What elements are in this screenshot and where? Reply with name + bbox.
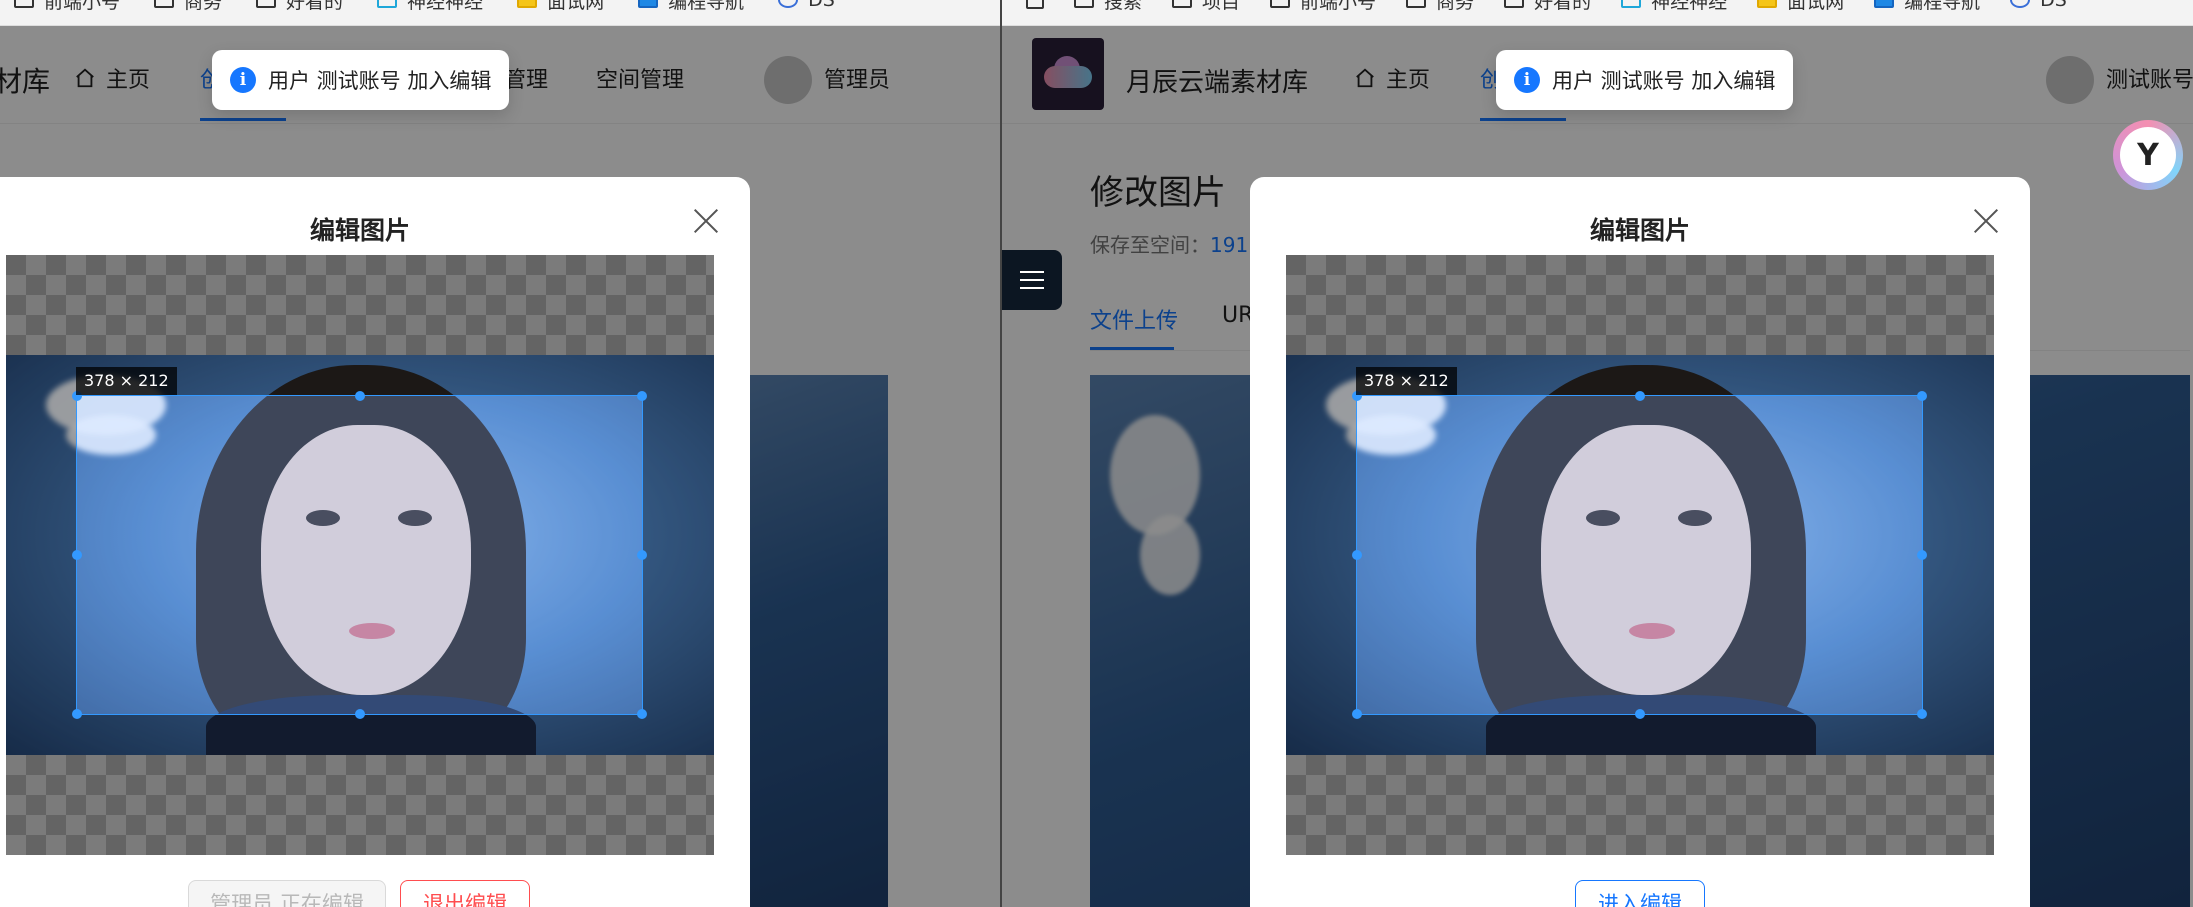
bookmark-item[interactable]: 好看的	[256, 0, 343, 13]
site-icon	[2010, 0, 2031, 8]
toast-message: i 用户 测试账号 加入编辑	[1496, 50, 1794, 110]
bookmark-item[interactable]: 好看的	[1504, 0, 1591, 13]
modal-title: 编辑图片	[309, 216, 410, 245]
folder-icon	[1172, 0, 1193, 8]
crop-handle-right[interactable]	[1917, 550, 1927, 560]
bookmark-item[interactable]: 面试网	[1757, 0, 1844, 13]
edit-image-modal: 编辑图片	[0, 177, 750, 907]
folder-icon	[1074, 0, 1094, 8]
folder-icon	[638, 0, 659, 8]
modal-title: 编辑图片	[1589, 216, 1690, 245]
crop-handle-left[interactable]	[1352, 550, 1362, 560]
close-icon[interactable]	[692, 207, 720, 235]
site-icon	[1621, 0, 1642, 8]
grid-icon	[1026, 0, 1044, 9]
crop-handle-left[interactable]	[72, 550, 82, 560]
folder-icon	[1757, 0, 1778, 8]
crop-handle-top-right[interactable]	[637, 391, 647, 401]
bookmark-item[interactable]: 编程导航	[1874, 0, 1980, 13]
crop-handle-bottom[interactable]	[1634, 709, 1645, 719]
image-cropper[interactable]: 378 × 212	[6, 255, 714, 855]
bookmark-item[interactable]: 前端小号	[14, 0, 120, 13]
folder-icon	[1504, 0, 1525, 8]
crop-handle-top-right[interactable]	[1917, 391, 1927, 401]
bookmarks-bar: 搜索 项目 前端小号 商务 好看的 神经神经 面试网 编程导航 DS	[1002, 0, 2193, 26]
editing-status-button: 管理员 正在编辑	[188, 880, 386, 907]
bookmark-item[interactable]: DS	[2010, 0, 2067, 12]
crop-handle-bottom[interactable]	[354, 709, 365, 719]
assistant-float-button[interactable]: Y	[2113, 120, 2183, 190]
site-icon	[778, 0, 799, 8]
folder-icon	[1874, 0, 1895, 8]
enter-edit-button[interactable]: 进入编辑	[1575, 880, 1705, 907]
bookmark-item[interactable]: DS	[778, 0, 835, 12]
bookmarks-bar: 前端小号 商务 好看的 神经神经 面试网 编程导航 DS	[0, 0, 1000, 26]
crop-handle-bottom-right[interactable]	[637, 709, 647, 719]
right-browser-window: 搜索 项目 前端小号 商务 好看的 神经神经 面试网 编程导航 DS 月辰云端素…	[1002, 0, 2193, 907]
crop-handle-right[interactable]	[637, 550, 647, 560]
folder-icon	[1270, 0, 1291, 8]
bookmark-item[interactable]: 编程导航	[638, 0, 744, 13]
crop-handle-top[interactable]	[354, 391, 365, 401]
assistant-icon: Y	[2120, 127, 2176, 183]
crop-selection[interactable]	[1352, 391, 1927, 719]
toast-message: i 用户 测试账号 加入编辑	[212, 50, 510, 110]
folder-icon	[154, 0, 175, 8]
info-icon: i	[1514, 67, 1540, 93]
image-cropper[interactable]: 378 × 212	[1286, 255, 1994, 855]
folder-icon	[517, 0, 538, 8]
bookmark-item[interactable]: 项目	[1172, 0, 1240, 13]
crop-handle-bottom-left[interactable]	[72, 709, 82, 719]
bookmark-item[interactable]: 神经神经	[1621, 0, 1727, 13]
crop-size-label: 378 × 212	[1356, 367, 1457, 395]
edit-image-modal: 编辑图片	[1250, 177, 2030, 907]
folder-icon	[1406, 0, 1427, 8]
bookmark-item[interactable]: 商务	[154, 0, 222, 13]
bookmark-item[interactable]: 搜索	[1074, 0, 1142, 13]
bookmark-item[interactable]: 前端小号	[1270, 0, 1376, 13]
folder-icon	[256, 0, 277, 8]
bookmark-item[interactable]: 神经神经	[377, 0, 483, 13]
crop-handle-bottom-left[interactable]	[1352, 709, 1362, 719]
info-icon: i	[230, 67, 256, 93]
crop-handle-top[interactable]	[1634, 391, 1645, 401]
apps-button[interactable]	[1026, 0, 1044, 12]
crop-handle-bottom-right[interactable]	[1917, 709, 1927, 719]
crop-selection[interactable]	[72, 391, 647, 719]
bookmark-item[interactable]: 商务	[1406, 0, 1474, 13]
folder-icon	[14, 0, 34, 8]
crop-size-label: 378 × 212	[76, 367, 177, 395]
left-browser-window: 前端小号 商务 好看的 神经神经 面试网 编程导航 DS 材库 主页 创 管理 …	[0, 0, 1000, 907]
exit-edit-button[interactable]: 退出编辑	[400, 880, 530, 907]
bookmark-item[interactable]: 面试网	[517, 0, 604, 13]
close-icon[interactable]	[1972, 207, 2000, 235]
sidebar-toggle[interactable]	[1002, 250, 1062, 310]
site-icon	[377, 0, 398, 8]
